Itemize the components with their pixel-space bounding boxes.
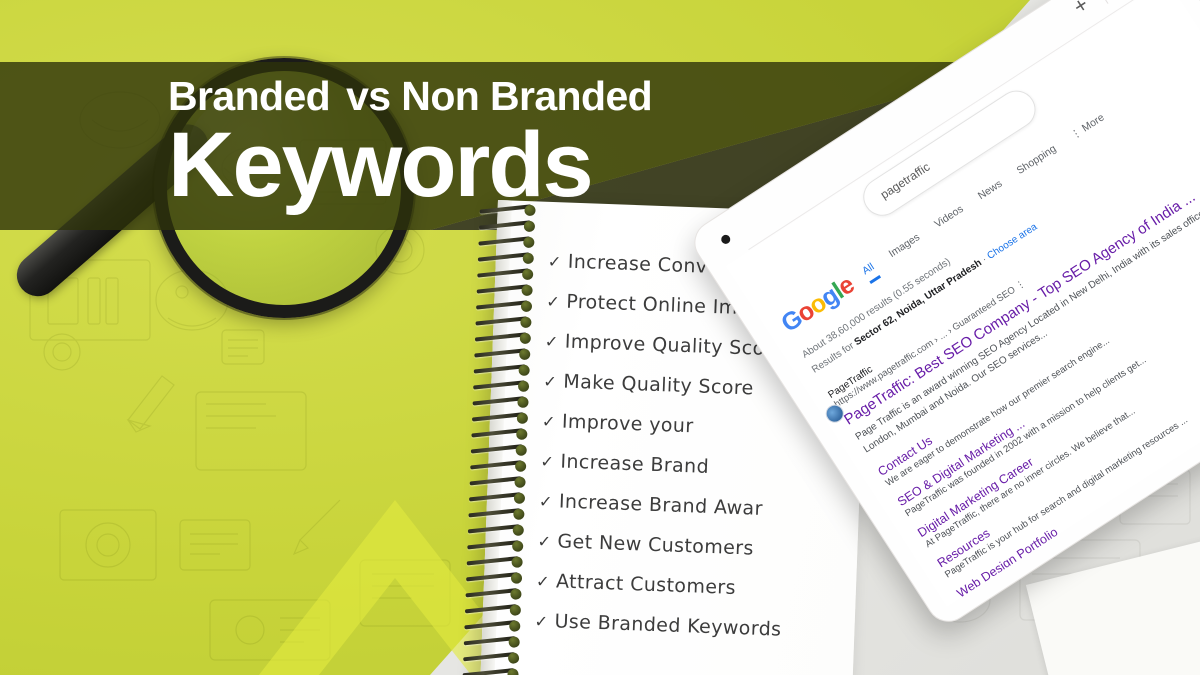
- choose-area-link[interactable]: Choose area: [985, 221, 1039, 261]
- check-icon: ✓: [547, 251, 562, 272]
- serp-tab-shopping[interactable]: Shopping: [1015, 143, 1059, 177]
- serp-tab-images[interactable]: Images: [887, 231, 922, 260]
- check-icon: ✓: [537, 531, 552, 552]
- infographic-canvas: Branded vs Non Branded Keywords ✓ Increase…: [0, 0, 1200, 675]
- check-icon: ✓: [535, 571, 551, 592]
- check-icon: ✓: [544, 331, 560, 352]
- serp-tab-all[interactable]: All: [860, 260, 881, 284]
- check-icon: ✓: [545, 291, 561, 312]
- check-icon: ✓: [534, 611, 549, 632]
- check-icon: ✓: [541, 411, 557, 432]
- serp-tab-more[interactable]: ⋮ More: [1069, 111, 1107, 141]
- new-tab-icon[interactable]: +: [1068, 0, 1093, 20]
- toolbar-divider: [1094, 0, 1109, 4]
- check-icon: ✓: [540, 451, 555, 472]
- headline-line-1: Branded vs Non Branded: [168, 76, 888, 117]
- list-item-label: Increase Brand: [560, 450, 710, 478]
- serp-tab-news[interactable]: News: [976, 178, 1005, 202]
- list-item-label: Improve your: [561, 410, 694, 438]
- tablet-camera: [719, 233, 732, 246]
- check-icon: ✓: [543, 371, 558, 392]
- check-icon: ✓: [538, 491, 554, 512]
- headline-vs-non-branded: vs Non Branded: [346, 73, 653, 119]
- headline-branded: Branded: [168, 73, 331, 119]
- serp-tab-videos[interactable]: Videos: [932, 203, 965, 230]
- search-query-text: pagetraffic: [877, 159, 933, 202]
